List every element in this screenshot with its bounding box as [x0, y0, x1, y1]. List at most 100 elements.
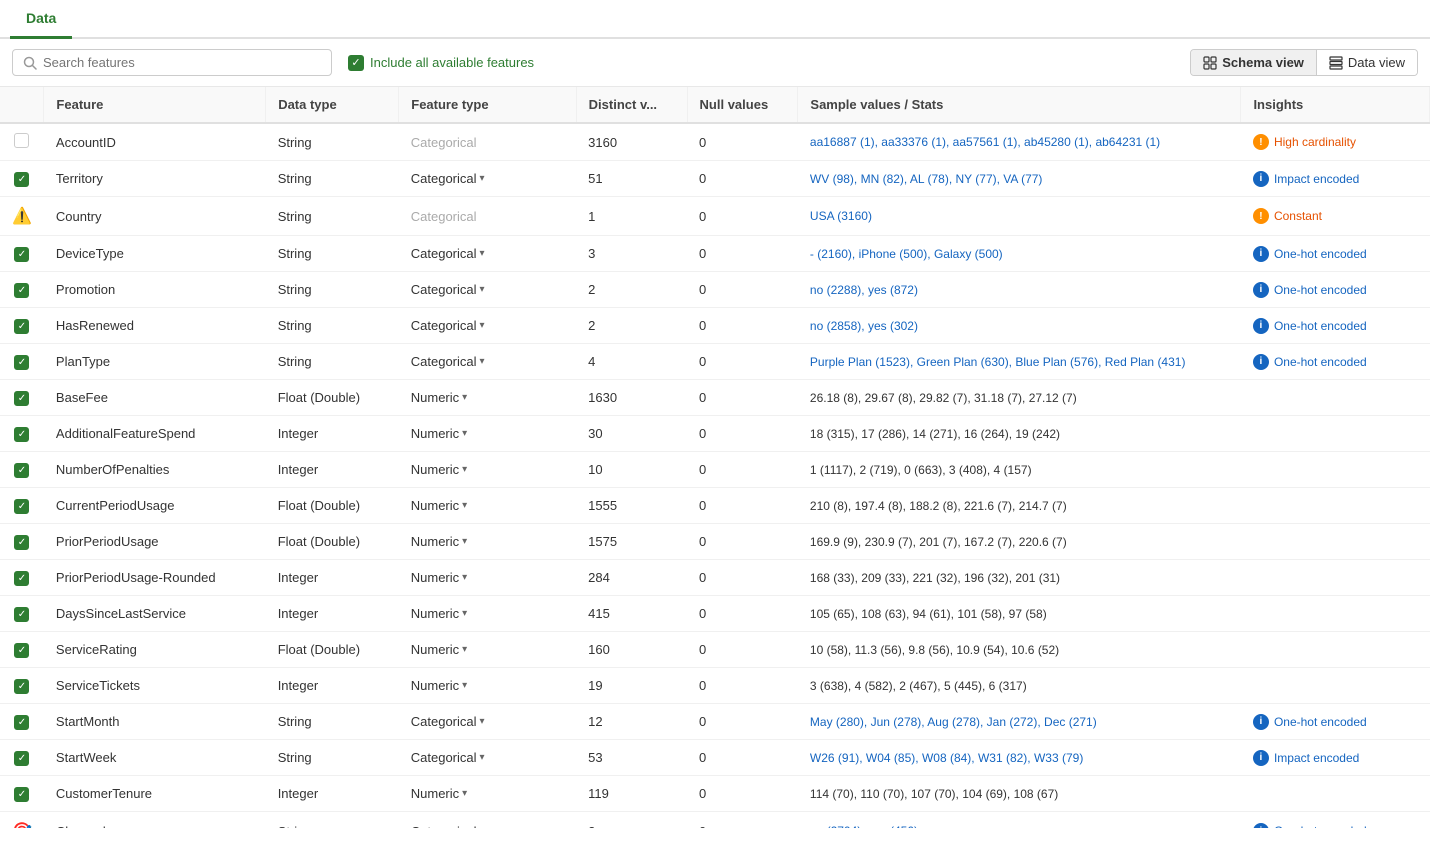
data-type: String [266, 812, 399, 829]
dropdown-arrow-icon[interactable]: ▾ [480, 716, 485, 727]
feature-type-value[interactable]: Categorical [411, 824, 477, 829]
row-checkbox-checked[interactable]: ✓ [14, 535, 29, 550]
row-checkbox-checked[interactable]: ✓ [14, 283, 29, 298]
dropdown-arrow-icon[interactable]: ▾ [462, 392, 467, 403]
feature-type-value[interactable]: Numeric [411, 642, 459, 657]
insight-label: One-hot encoded [1274, 283, 1367, 297]
dropdown-arrow-icon[interactable]: ▾ [462, 572, 467, 583]
insight-cell [1241, 488, 1430, 524]
info-icon: i [1253, 750, 1269, 766]
tab-data[interactable]: Data [10, 0, 72, 39]
feature-name: Churned [44, 812, 266, 829]
table-row: ✓ HasRenewed String Categorical ▾ 2 0 no… [0, 308, 1430, 344]
search-input[interactable] [43, 55, 321, 70]
feature-type-value[interactable]: Categorical [411, 318, 477, 333]
row-checkbox-checked[interactable]: ✓ [14, 787, 29, 802]
dropdown-arrow-icon[interactable]: ▾ [480, 826, 485, 829]
col-distinct: Distinct v... [576, 87, 687, 123]
feature-type-value[interactable]: Categorical [411, 282, 477, 297]
feature-type-value[interactable]: Numeric [411, 534, 459, 549]
dropdown-arrow-icon[interactable]: ▾ [462, 464, 467, 475]
row-checkbox-checked[interactable]: ✓ [14, 391, 29, 406]
null-values: 0 [687, 668, 798, 704]
insight-cell [1241, 416, 1430, 452]
row-checkbox-checked[interactable]: ✓ [14, 319, 29, 334]
dropdown-arrow-icon[interactable]: ▾ [480, 284, 485, 295]
feature-type-value[interactable]: Numeric [411, 606, 459, 621]
feature-type-value[interactable]: Numeric [411, 498, 459, 513]
dropdown-arrow-icon[interactable]: ▾ [462, 680, 467, 691]
dropdown-arrow-icon[interactable]: ▾ [462, 608, 467, 619]
data-type: String [266, 740, 399, 776]
insight-label: Impact encoded [1274, 172, 1359, 186]
feature-type-value[interactable]: Categorical [411, 171, 477, 186]
data-type: String [266, 308, 399, 344]
schema-view-label: Schema view [1222, 55, 1304, 70]
distinct-values: 160 [576, 632, 687, 668]
info-icon: i [1253, 714, 1269, 730]
schema-view-button[interactable]: Schema view [1191, 50, 1317, 75]
row-checkbox-checked[interactable]: ✓ [14, 355, 29, 370]
row-checkbox-checked[interactable]: ✓ [14, 571, 29, 586]
dropdown-arrow-icon[interactable]: ▾ [480, 173, 485, 184]
feature-type-value[interactable]: Categorical [411, 246, 477, 261]
feature-type-value[interactable]: Numeric [411, 570, 459, 585]
data-type: Integer [266, 668, 399, 704]
insight-cell: ! High cardinality [1241, 123, 1430, 161]
row-checkbox-checked[interactable]: ✓ [14, 463, 29, 478]
feature-type-value[interactable]: Numeric [411, 786, 459, 801]
feature-type-value[interactable]: Categorical [411, 354, 477, 369]
row-checkbox-unchecked[interactable] [14, 133, 29, 148]
row-checkbox-checked[interactable]: ✓ [14, 679, 29, 694]
table-row: ✓ BaseFee Float (Double) Numeric ▾ 1630 … [0, 380, 1430, 416]
include-features-toggle[interactable]: ✓ Include all available features [348, 55, 534, 71]
row-checkbox-checked[interactable]: ✓ [14, 643, 29, 658]
dropdown-arrow-icon[interactable]: ▾ [462, 788, 467, 799]
dropdown-arrow-icon[interactable]: ▾ [480, 752, 485, 763]
data-view-label: Data view [1348, 55, 1405, 70]
sample-values: 168 (33), 209 (33), 221 (32), 196 (32), … [798, 560, 1241, 596]
dropdown-arrow-icon[interactable]: ▾ [462, 536, 467, 547]
feature-type-value[interactable]: Numeric [411, 426, 459, 441]
insight-cell [1241, 632, 1430, 668]
row-checkbox-checked[interactable]: ✓ [14, 607, 29, 622]
row-checkbox-checked[interactable]: ✓ [14, 751, 29, 766]
table-row: ✓ PlanType String Categorical ▾ 4 0 Purp… [0, 344, 1430, 380]
feature-type-value[interactable]: Categorical [411, 750, 477, 765]
null-values: 0 [687, 812, 798, 829]
schema-view-icon [1203, 56, 1217, 70]
feature-name: ServiceRating [44, 632, 266, 668]
feature-name: HasRenewed [44, 308, 266, 344]
null-values: 0 [687, 740, 798, 776]
dropdown-arrow-icon[interactable]: ▾ [462, 500, 467, 511]
dropdown-arrow-icon[interactable]: ▾ [480, 320, 485, 331]
insight-cell: i One-hot encoded [1241, 812, 1430, 829]
row-checkbox-checked[interactable]: ✓ [14, 247, 29, 262]
feature-type-value[interactable]: Numeric [411, 678, 459, 693]
row-checkbox-checked[interactable]: ✓ [14, 427, 29, 442]
checkbox-cell: ✓ [0, 452, 44, 488]
feature-type-cell: Numeric ▾ [399, 380, 576, 416]
feature-type-value[interactable]: Categorical [411, 714, 477, 729]
insight-cell: i One-hot encoded [1241, 272, 1430, 308]
dropdown-arrow-icon[interactable]: ▾ [480, 248, 485, 259]
null-values: 0 [687, 524, 798, 560]
dropdown-arrow-icon[interactable]: ▾ [480, 356, 485, 367]
row-checkbox-checked[interactable]: ✓ [14, 499, 29, 514]
search-box[interactable] [12, 49, 332, 76]
feature-type-value: Categorical [411, 209, 477, 224]
feature-type-cell: Categorical [399, 197, 576, 236]
feature-type-cell: Categorical ▾ [399, 344, 576, 380]
row-checkbox-checked[interactable]: ✓ [14, 715, 29, 730]
insight-cell [1241, 452, 1430, 488]
table-row: ✓ Territory String Categorical ▾ 51 0 WV… [0, 161, 1430, 197]
feature-type-value[interactable]: Numeric [411, 462, 459, 477]
dropdown-arrow-icon[interactable]: ▾ [462, 644, 467, 655]
checkbox-cell: ✓ [0, 272, 44, 308]
dropdown-arrow-icon[interactable]: ▾ [462, 428, 467, 439]
feature-type-cell: Numeric ▾ [399, 668, 576, 704]
data-view-button[interactable]: Data view [1317, 50, 1417, 75]
row-checkbox-checked[interactable]: ✓ [14, 172, 29, 187]
feature-type-value[interactable]: Numeric [411, 390, 459, 405]
feature-type-cell: Numeric ▾ [399, 596, 576, 632]
